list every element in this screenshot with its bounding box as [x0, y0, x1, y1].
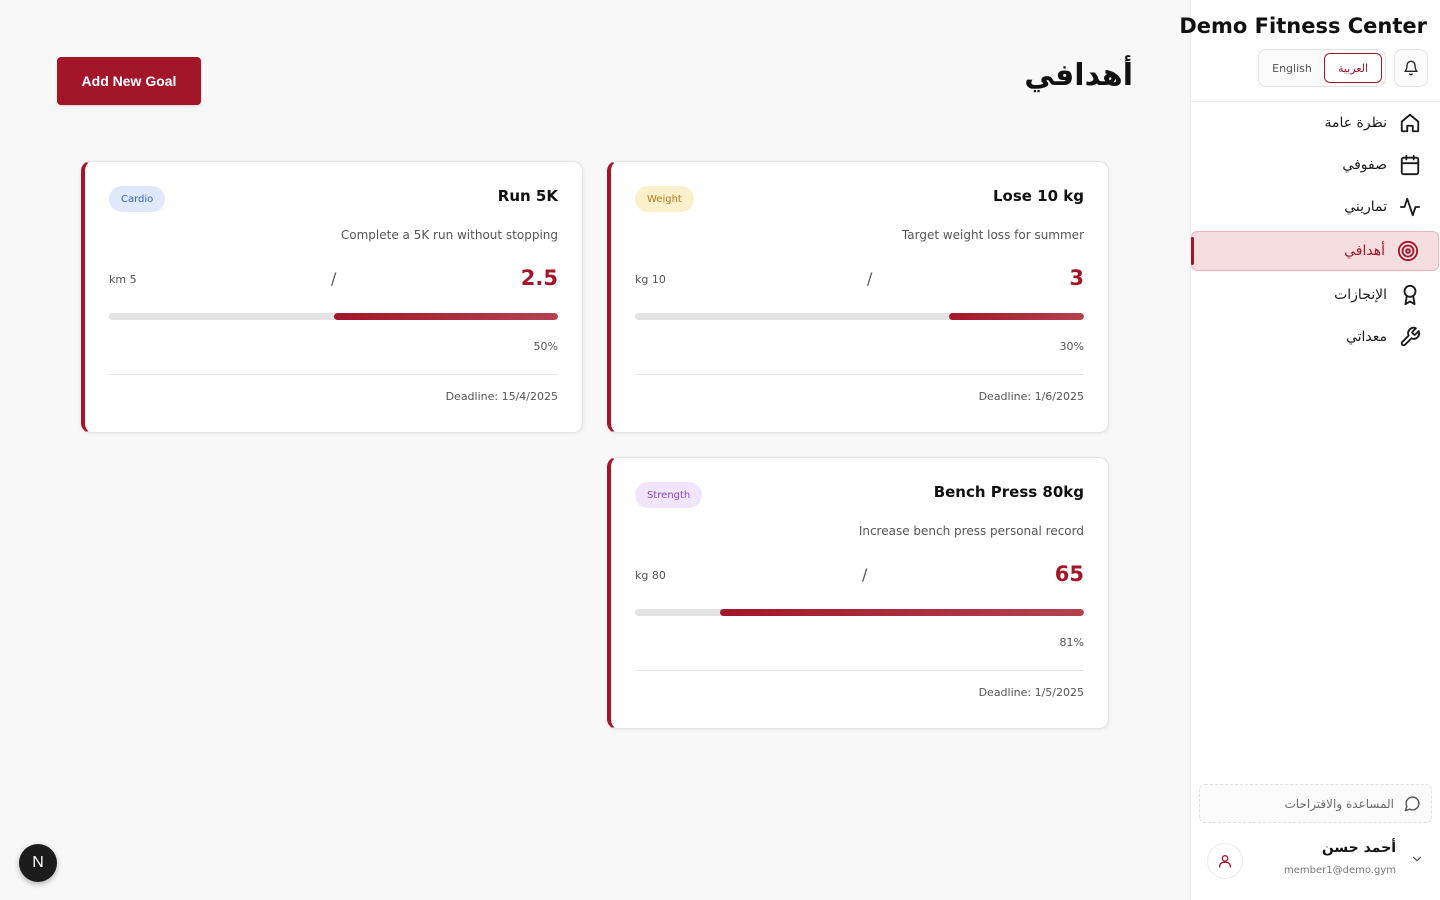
sidebar-topbar: English العربية	[1258, 49, 1428, 87]
goal-deadline: Deadline: 15/4/2025	[445, 390, 558, 403]
progress-separator: /	[331, 269, 337, 288]
help-label: المساعدة والاقتراحات	[1284, 796, 1394, 811]
page-title: أهدافي	[1024, 58, 1133, 93]
progress-bar	[635, 609, 1084, 616]
sidebar-item-workouts[interactable]: تماريني	[1191, 186, 1440, 228]
sidebar-item-label: الإنجازات	[1334, 287, 1387, 303]
add-new-goal-button[interactable]: Add New Goal	[57, 57, 201, 105]
goal-card-lose-10kg[interactable]: Weight Lose 10 kg Target weight loss for…	[607, 161, 1109, 433]
user-name: أحمد حسن	[1321, 840, 1396, 856]
progress-bar	[635, 313, 1084, 320]
brand-title: Demo Fitness Center	[1179, 14, 1427, 38]
user-menu[interactable]: أحمد حسن member1@demo.gym	[1191, 830, 1440, 890]
progress-percent: 50%	[533, 340, 558, 353]
user-icon	[1219, 855, 1231, 868]
bell-icon	[1404, 60, 1418, 76]
progress-fill	[949, 313, 1084, 320]
progress-fill	[720, 609, 1084, 616]
sidebar: Demo Fitness Center English العربية نظرة…	[1179, 0, 1440, 900]
category-badge: Cardio	[109, 186, 166, 212]
progress-bar	[109, 313, 558, 320]
goal-current-value: 2.5	[520, 266, 558, 290]
lang-arabic-button[interactable]: العربية	[1324, 53, 1382, 83]
goal-description: Complete a 5K run without stopping	[340, 228, 558, 242]
progress-separator: /	[862, 565, 868, 584]
target-icon	[1397, 240, 1419, 262]
user-email: member1@demo.gym	[1284, 865, 1396, 876]
sidebar-item-label: أهدافي	[1344, 243, 1385, 259]
progress-separator: /	[867, 269, 873, 288]
card-divider	[109, 374, 558, 375]
sidebar-item-overview[interactable]: نظرة عامة	[1191, 102, 1440, 144]
home-icon	[1400, 113, 1420, 133]
award-icon	[1403, 284, 1417, 306]
goal-card-run-5k[interactable]: Cardio Run 5K Complete a 5K run without …	[81, 161, 583, 433]
goal-current-value: 65	[1054, 562, 1084, 586]
sidebar-item-label: تماريني	[1344, 199, 1387, 215]
progress-fill	[333, 313, 558, 320]
sidebar-item-achievements[interactable]: الإنجازات	[1191, 274, 1440, 316]
progress-percent: 81%	[1059, 636, 1084, 649]
category-badge: Weight	[635, 186, 694, 212]
sidebar-item-label: معداتي	[1345, 329, 1387, 345]
goal-current-value: 3	[1069, 266, 1084, 290]
goal-title: Lose 10 kg	[993, 187, 1084, 205]
goal-target: 80 kg	[635, 569, 666, 582]
goal-deadline: Deadline: 1/5/2025	[978, 686, 1084, 699]
sidebar-item-classes[interactable]: صفوفي	[1191, 144, 1440, 186]
goal-target: 5 km	[109, 273, 137, 286]
sidebar-item-label: نظرة عامة	[1324, 115, 1387, 131]
card-divider	[635, 670, 1084, 671]
goal-target: 10 kg	[635, 273, 666, 286]
activity-icon	[1399, 197, 1421, 217]
category-badge: Strength	[635, 482, 703, 508]
sidebar-item-label: صفوفي	[1342, 157, 1387, 173]
lang-english-button[interactable]: English	[1262, 53, 1322, 83]
avatar	[1207, 843, 1243, 879]
chevron-down-icon	[1412, 856, 1422, 862]
sidebar-nav: نظرة عامة صفوفي تماريني أهدافي الإنجازات…	[1191, 102, 1440, 358]
sidebar-item-equipment[interactable]: معداتي	[1191, 316, 1440, 358]
message-circle-icon	[1404, 796, 1420, 812]
notifications-button[interactable]	[1394, 49, 1428, 87]
goal-deadline: Deadline: 1/6/2025	[978, 390, 1084, 403]
wrench-icon	[1400, 326, 1421, 347]
calendar-icon	[1400, 154, 1420, 176]
card-divider	[635, 374, 1084, 375]
devtools-badge[interactable]: N	[19, 844, 57, 882]
goal-title: Run 5K	[497, 187, 558, 205]
goal-card-bench-press[interactable]: Strength Bench Press 80kg Increase bench…	[607, 457, 1109, 729]
goal-title: Bench Press 80kg	[933, 483, 1084, 501]
sidebar-item-goals[interactable]: أهدافي	[1191, 231, 1439, 271]
goal-description: Target weight loss for summer	[901, 228, 1084, 242]
goal-description: Increase bench press personal record	[858, 524, 1084, 538]
language-switcher: English العربية	[1258, 49, 1386, 87]
help-feedback-button[interactable]: المساعدة والاقتراحات	[1199, 784, 1432, 823]
progress-percent: 30%	[1059, 340, 1084, 353]
